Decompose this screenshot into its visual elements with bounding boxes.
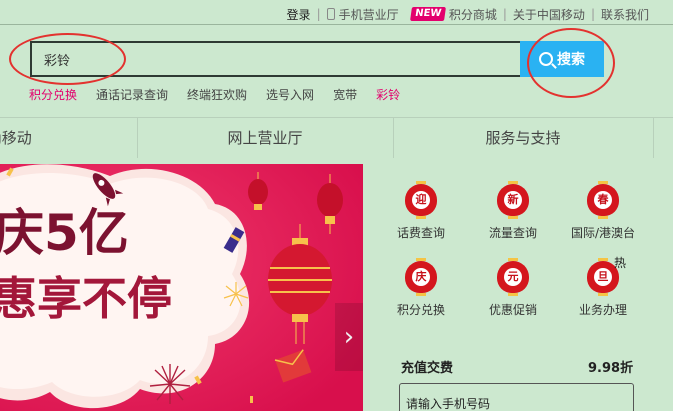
service-label: 流量查询 — [488, 226, 537, 240]
lantern-char: 迎 — [412, 191, 430, 209]
header-divider — [0, 24, 673, 25]
hot-link-broadband[interactable]: 宽带 — [333, 86, 357, 103]
banner-headline-top: 庆5亿 — [0, 204, 129, 262]
about-link[interactable]: 关于中国移动 — [513, 6, 585, 23]
banner-headline-bottom: 惠享不停 — [0, 272, 172, 325]
hot-link-points[interactable]: 积分兑换 — [29, 86, 77, 103]
lantern-icon: 元 — [497, 258, 529, 296]
hot-link-call-records[interactable]: 通话记录查询 — [96, 86, 168, 103]
lantern-char: 庆 — [412, 268, 430, 286]
service-label: 话费查询 — [396, 226, 445, 240]
service-points-exchange[interactable]: 庆 积分兑换 — [386, 258, 456, 318]
login-link[interactable]: 登录 — [287, 6, 311, 23]
hot-link-ringtone[interactable]: 彩铃 — [376, 86, 400, 103]
lantern-char: 春 — [594, 191, 612, 209]
service-international[interactable]: 春 国际/港澳台 — [568, 181, 638, 241]
lantern-icon: 新 — [497, 181, 529, 219]
nav-separator: | — [502, 7, 507, 21]
recharge-discount: 9.98折 — [588, 361, 634, 376]
nav-item-mobile[interactable]: g移动 — [0, 118, 42, 158]
service-business[interactable]: 旦 业务办理 — [568, 258, 638, 318]
nav-item-service-support[interactable]: 服务与支持 — [393, 118, 653, 158]
recharge-title: 充值交费 — [401, 361, 454, 376]
service-label: 优惠促销 — [488, 303, 537, 317]
hot-search-links: 积分兑换 通话记录查询 终端狂欢购 选号入网 宽带 彩铃 — [29, 86, 419, 103]
top-nav: 登录 | 手机营业厅 NEW 积分商城 | 关于中国移动 | 联系我们 — [287, 6, 649, 22]
mobile-phone-icon — [326, 8, 335, 20]
banner-next-arrow[interactable]: › — [335, 303, 363, 371]
service-promotions[interactable]: 元 优惠促销 — [478, 258, 548, 318]
contact-link[interactable]: 联系我们 — [601, 6, 649, 23]
main-nav: g移动 网上营业厅 服务与支持 — [0, 118, 673, 158]
service-label: 国际/港澳台 — [570, 226, 636, 240]
service-label: 业务办理 — [578, 303, 627, 317]
confetti — [250, 396, 253, 403]
nav-divider — [653, 118, 654, 158]
nav-separator: | — [316, 7, 321, 21]
banner-artwork: 庆5亿 惠享不停 — [0, 164, 363, 411]
lantern-char: 旦 — [594, 268, 612, 286]
phone-number-field[interactable]: 请输入手机号码 — [399, 383, 634, 411]
nav-item-online-hall[interactable]: 网上营业厅 — [137, 118, 393, 158]
mobile-hall-link[interactable]: 手机营业厅 — [339, 6, 399, 23]
new-badge: NEW — [409, 7, 446, 21]
service-label: 积分兑换 — [396, 303, 445, 317]
lantern-char: 元 — [504, 268, 522, 286]
promo-banner[interactable]: 庆5亿 惠享不停 — [0, 164, 363, 411]
service-data-query[interactable]: 新 流量查询 — [478, 181, 548, 241]
points-mall-link[interactable]: 积分商城 — [449, 6, 497, 23]
lantern-icon: 春 — [587, 181, 619, 219]
annotation-circle-search-input — [9, 33, 126, 85]
hot-mark: 热 — [614, 256, 627, 270]
hot-link-terminal-sale[interactable]: 终端狂欢购 — [187, 86, 247, 103]
nav-separator: | — [590, 7, 595, 21]
lantern-icon: 迎 — [405, 181, 437, 219]
service-bill-query[interactable]: 迎 话费查询 — [386, 181, 456, 241]
hot-link-choose-number[interactable]: 选号入网 — [266, 86, 314, 103]
annotation-circle-search-button — [527, 28, 615, 98]
lantern-icon: 庆 — [405, 258, 437, 296]
lantern-char: 新 — [504, 191, 522, 209]
